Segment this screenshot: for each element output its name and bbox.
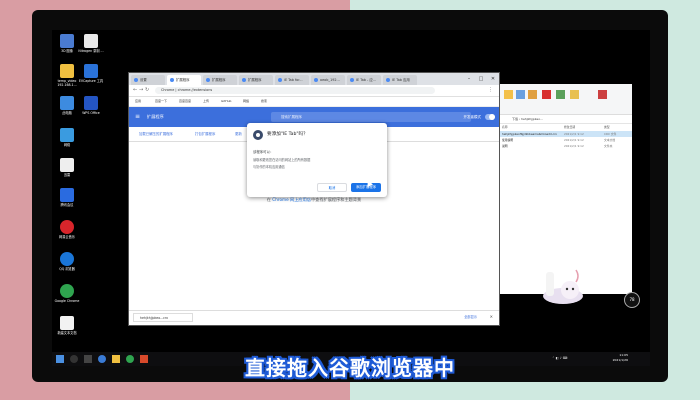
load-unpacked-button[interactable]: 加载已解压的扩展程序 — [139, 127, 173, 141]
desktop-icon[interactable]: 新建文本文档 — [54, 316, 80, 335]
desktop-icon[interactable]: temp_video 192.168.1... — [54, 64, 80, 87]
desktop-icon[interactable]: EVCapture 工具 — [78, 64, 104, 83]
desktop-icon[interactable]: WPS Office — [78, 96, 104, 115]
video-caption: 直接拖入谷歌浏览器中 — [245, 356, 455, 380]
pack-extension-button[interactable]: 打包扩展程序 — [195, 127, 215, 141]
dialog-title: 要添加"IE Tab"吗？ — [267, 132, 308, 137]
tab-ie-tab[interactable]: iE Tab for... — [275, 75, 309, 85]
tab-extensions-active[interactable]: 扩展程序 — [167, 75, 201, 85]
minimize-icon[interactable]: – — [463, 73, 475, 85]
close-download-bar-icon[interactable]: ✕ — [490, 312, 493, 322]
desktop-icon[interactable]: 网络 — [54, 128, 80, 147]
bookmark-item[interactable]: 应用 — [135, 97, 141, 106]
dev-mode-label: 开发者模式 — [463, 115, 482, 119]
bookmark-item[interactable]: 百度百度 — [179, 97, 191, 106]
tab-extensions[interactable]: 扩展程序 — [203, 75, 237, 85]
chrome-window: 设置 扩展程序 扩展程序 扩展程序 iE Tab for... oeob_192… — [128, 72, 500, 326]
folder-icon — [60, 64, 74, 78]
dialog-subtitle: 该程序可以： — [253, 150, 274, 154]
copy-icon[interactable] — [516, 90, 525, 99]
tab-ie-tab-app[interactable]: IE Tab - 应... — [347, 75, 381, 85]
chrome-icon — [60, 284, 74, 298]
thunder-icon — [60, 158, 74, 172]
tab-strip: 设置 扩展程序 扩展程序 扩展程序 iE Tab for... oeob_192… — [129, 73, 499, 85]
add-extension-dialog: 要添加"IE Tab"吗？ 该程序可以： 读取和更改您在访问的网站上的所有数据 … — [247, 123, 387, 197]
desktop-icon[interactable]: 此电脑 — [54, 96, 80, 115]
bookmark-item[interactable]: GitHub — [221, 97, 231, 106]
desktop-icon[interactable]: 3D 图像 — [54, 34, 80, 53]
maximize-icon[interactable]: □ — [475, 73, 487, 85]
file-explorer-window: 下载 › hehjkhjjpkeo... 名称 修改日期 类型 hehjkhjj… — [498, 84, 632, 294]
permission-item: 读取和更改您在访问的网站上的所有数据 — [253, 158, 311, 162]
capture-icon — [84, 64, 98, 78]
folder-icon[interactable] — [504, 90, 513, 99]
paste-icon[interactable] — [528, 90, 537, 99]
bookmark-item[interactable]: 网络 — [243, 97, 249, 106]
mascot-sticker — [543, 269, 583, 304]
show-all-downloads-button[interactable]: 全部显示 — [464, 313, 477, 322]
desktop-icon[interactable]: 网易云音乐 — [54, 220, 80, 239]
desktop-icon[interactable]: 迅雷 — [54, 158, 80, 177]
desktop-icon[interactable]: Nitrogen 录制 ... — [78, 34, 104, 53]
file-row[interactable]: 说明 2021/2/1 9:12 文件夹 — [498, 143, 632, 149]
speed-badge[interactable]: 78 — [624, 292, 640, 308]
desktop-icon[interactable]: QQ 浏览器 — [54, 252, 80, 271]
close-icon[interactable]: ✕ — [487, 73, 499, 85]
web-store-link[interactable]: Chrome 网上应用店 — [272, 197, 311, 202]
web-store-hint: 在 Chrome 网上应用店中查找扩展程序和主题背景 — [266, 197, 362, 202]
extension-search-input[interactable]: 搜索扩展程序 — [271, 112, 471, 122]
3d-icon — [60, 34, 74, 48]
hamburger-icon[interactable]: ≡ — [135, 107, 140, 127]
permission-item: 与协作的本机应用通信 — [253, 165, 285, 169]
tab-settings[interactable]: 设置 — [131, 75, 165, 85]
dev-mode-toggle[interactable] — [485, 114, 495, 120]
rename-icon[interactable] — [556, 90, 565, 99]
tab-extensions[interactable]: 扩展程序 — [239, 75, 273, 85]
computer-icon — [60, 96, 74, 110]
meeting-icon — [60, 188, 74, 202]
bookmark-item[interactable]: 百度一下 — [155, 97, 167, 106]
music-icon — [60, 220, 74, 234]
back-icon[interactable]: ← — [133, 86, 137, 95]
desktop-icon[interactable]: Google Chrome — [54, 284, 80, 303]
forward-icon[interactable]: → — [139, 86, 143, 95]
download-bar: hehjkhjjpkeo...crx 全部显示 ✕ — [129, 310, 499, 325]
wps-icon — [84, 96, 98, 110]
reload-icon[interactable]: ↻ — [145, 86, 149, 95]
bookmark-item[interactable]: 搜索 — [261, 97, 267, 106]
qq-browser-icon — [60, 252, 74, 266]
desktop-screen: 3D 图像 Nitrogen 录制 ... temp_video 192.168… — [52, 30, 650, 366]
tab-ie-tab-app[interactable]: IE Tab 应用 — [383, 75, 417, 85]
explorer-address-bar[interactable]: 下载 › hehjkhjjpkeo... — [498, 115, 632, 124]
download-item[interactable]: hehjkhjjpkeo...crx — [133, 313, 193, 322]
address-bar[interactable]: Chrome | chrome://extensions — [155, 87, 435, 94]
bookmarks-bar: 应用 百度一下 百度百度 上传 GitHub 网络 搜索 — [129, 97, 499, 107]
extension-icon — [253, 130, 263, 140]
omnibox-bar: ← → ↻ Chrome | chrome://extensions ⋮ — [129, 85, 499, 97]
new-folder-icon[interactable] — [570, 90, 579, 99]
cancel-button[interactable]: 取消 — [317, 183, 347, 192]
bookmark-item[interactable]: 上传 — [203, 97, 209, 106]
explorer-column-headers: 名称 修改日期 类型 — [502, 125, 610, 129]
page-title: 扩展程序 — [147, 114, 164, 119]
menu-icon[interactable]: ⋮ — [488, 86, 493, 95]
delete-icon[interactable] — [542, 90, 551, 99]
properties-icon[interactable] — [598, 90, 607, 99]
document-icon — [60, 316, 74, 330]
desktop-icon[interactable]: 腾讯会议 — [54, 188, 80, 207]
update-button[interactable]: 更新 — [235, 127, 242, 141]
network-icon — [60, 128, 74, 142]
app-icon — [84, 34, 98, 48]
tab-oeob[interactable]: oeob_192... — [311, 75, 345, 85]
explorer-ribbon — [498, 84, 632, 115]
